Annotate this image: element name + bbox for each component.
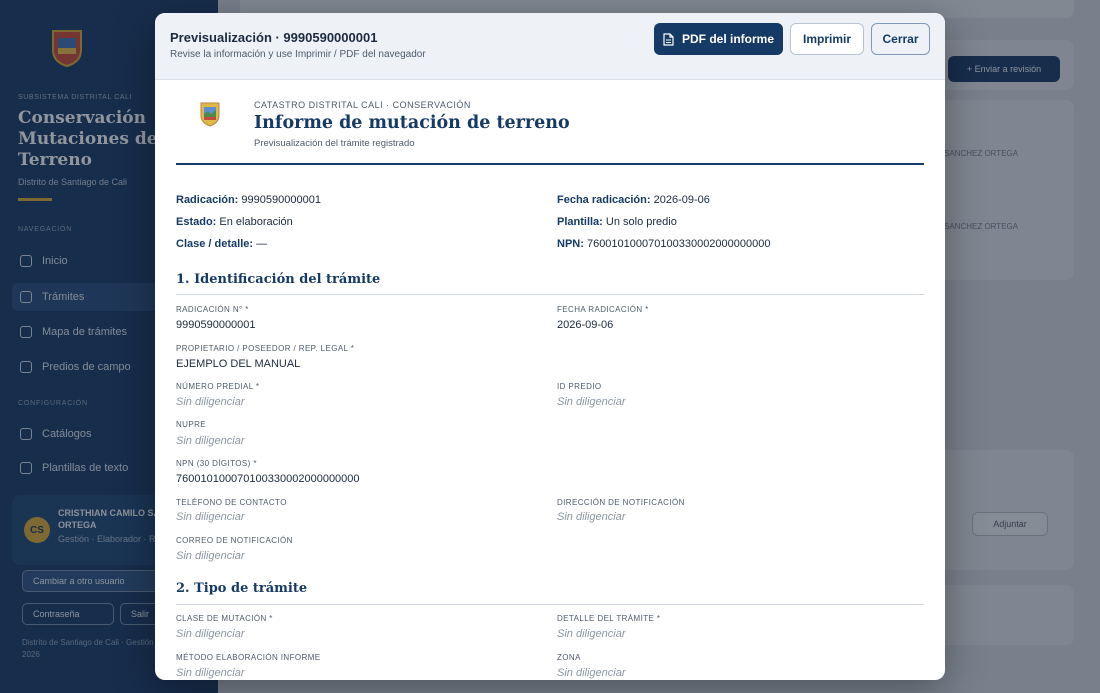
field-label: PROPIETARIO / POSEEDOR / REP. LEGAL * — [176, 344, 355, 353]
field-empty-value: Sin diligenciar — [557, 628, 626, 640]
modal-subtitle: Revise la información y use Imprimir / P… — [170, 49, 426, 60]
field-empty-value: Sin diligenciar — [557, 667, 626, 679]
field-label: MÉTODO ELABORACIÓN INFORME — [176, 653, 321, 662]
field-empty-value: Sin diligenciar — [176, 667, 245, 679]
meta-value: En elaboración — [219, 216, 293, 228]
cali-shield-icon — [200, 102, 220, 127]
field-empty-value: Sin diligenciar — [557, 511, 626, 523]
field-label: CORREO DE NOTIFICACIÓN — [176, 536, 293, 545]
meta-value: 760010100070100330002000000000 — [586, 238, 771, 250]
report-caption: Previsualización del trámite registrado — [254, 138, 415, 149]
modal-header: Previsualización · 9990590000001 Revise … — [155, 13, 945, 80]
meta-radicacion: Radicación: 9990590000001 — [176, 194, 321, 206]
section-divider — [176, 294, 924, 295]
section-title-identificacion: 1. Identificación del trámite — [176, 272, 381, 287]
section-divider — [176, 604, 924, 605]
field-label: NUPRE — [176, 420, 207, 429]
meta-label: Radicación: — [176, 194, 239, 206]
field-label: DIRECCIÓN DE NOTIFICACIÓN — [557, 498, 685, 507]
field-empty-value: Sin diligenciar — [176, 396, 245, 408]
modal-title: Previsualización · 9990590000001 — [170, 30, 378, 45]
file-icon — [663, 32, 674, 46]
field-label: DETALLE DEL TRÁMITE * — [557, 614, 661, 623]
field-label: NPN (30 DÍGITOS) * — [176, 459, 257, 468]
preview-modal: Previsualización · 9990590000001 Revise … — [155, 13, 945, 680]
meta-label: Plantilla: — [557, 216, 603, 228]
meta-label: Clase / detalle: — [176, 238, 254, 250]
field-value: EJEMPLO DEL MANUAL — [176, 358, 301, 370]
field-label: ZONA — [557, 653, 581, 662]
meta-value: — — [256, 238, 268, 250]
field-label: TELÉFONO DE CONTACTO — [176, 498, 287, 507]
report-title: Informe de mutación de terreno — [254, 113, 570, 133]
print-button[interactable]: Imprimir — [790, 23, 864, 55]
meta-plantilla: Plantilla: Un solo predio — [557, 216, 677, 228]
field-label: ID PREDIO — [557, 382, 602, 391]
meta-npn: NPN: 760010100070100330002000000000 — [557, 238, 770, 250]
report-kicker: CATASTRO DISTRITAL CALI · CONSERVACIÓN — [254, 100, 471, 110]
section-title-tipo: 2. Tipo de trámite — [176, 581, 308, 596]
field-value: 760010100070100330002000000000 — [176, 473, 360, 485]
report-divider — [176, 163, 924, 165]
meta-value: 2026-09-06 — [653, 194, 710, 206]
field-empty-value: Sin diligenciar — [176, 511, 245, 523]
pdf-report-label: PDF del informe — [681, 32, 774, 46]
field-label: CLASE DE MUTACIÓN * — [176, 614, 273, 623]
meta-fecha: Fecha radicación: 2026-09-06 — [557, 194, 710, 206]
field-value: 2026-09-06 — [557, 319, 614, 331]
meta-label: Fecha radicación: — [557, 194, 651, 206]
close-button[interactable]: Cerrar — [871, 23, 930, 55]
field-label: FECHA RADICACIÓN * — [557, 305, 649, 314]
field-label: NÚMERO PREDIAL * — [176, 382, 260, 391]
meta-clase: Clase / detalle: — — [176, 238, 267, 250]
meta-label: Estado: — [176, 216, 217, 228]
field-label: RADICACIÓN N° * — [176, 305, 249, 314]
meta-label: NPN: — [557, 238, 584, 250]
meta-value: 9990590000001 — [241, 194, 321, 206]
field-empty-value: Sin diligenciar — [176, 435, 245, 447]
meta-value: Un solo predio — [605, 216, 677, 228]
field-value: 9990590000001 — [176, 319, 256, 331]
field-empty-value: Sin diligenciar — [557, 396, 626, 408]
meta-estado: Estado: En elaboración — [176, 216, 293, 228]
pdf-report-button[interactable]: PDF del informe — [654, 23, 783, 55]
field-empty-value: Sin diligenciar — [176, 628, 245, 640]
field-empty-value: Sin diligenciar — [176, 550, 245, 562]
